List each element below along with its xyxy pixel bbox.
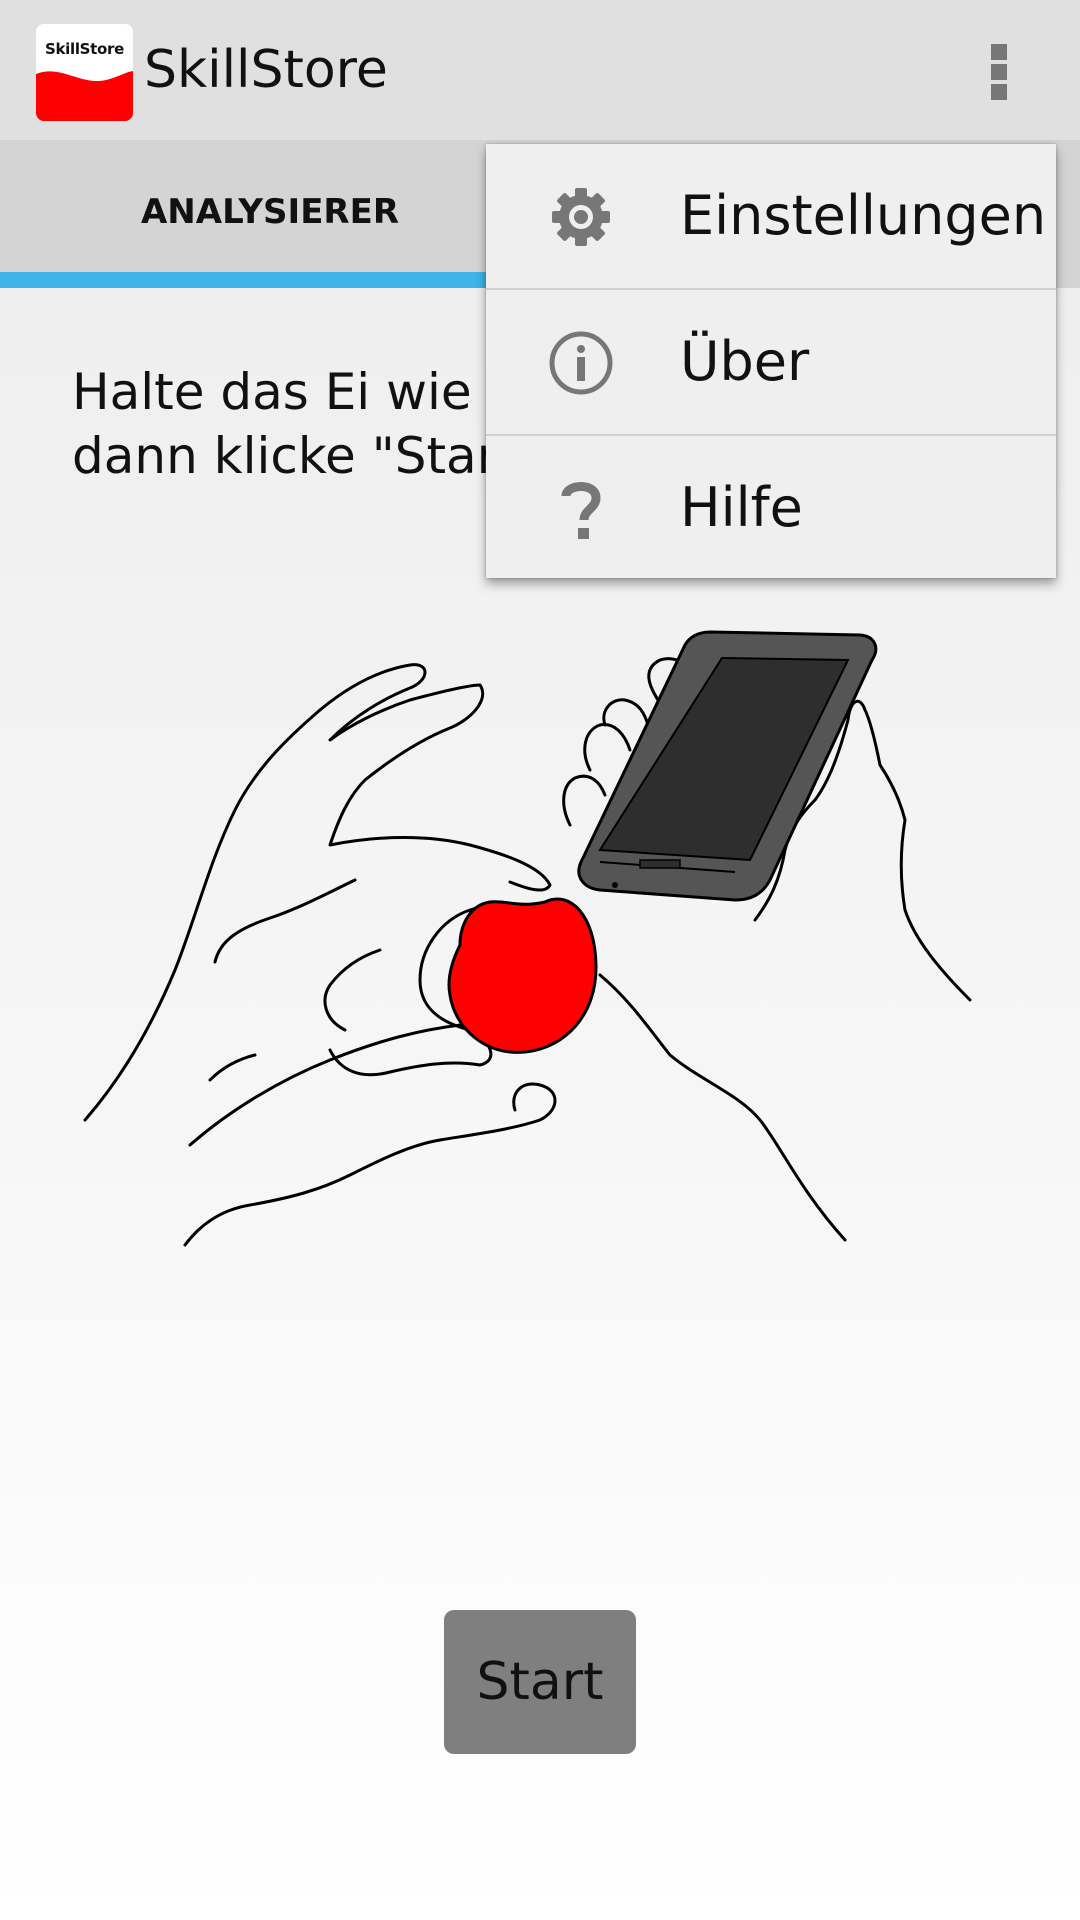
menu-item-einstellungen[interactable]: Einstellungen [486,144,1056,290]
tab-indicator [0,272,540,288]
overflow-menu: Einstellungen Über Hilfe [486,144,1056,578]
tab-label: ANALYSIERER [140,192,400,232]
menu-item-hilfe[interactable]: Hilfe [486,436,1056,580]
left-hand-icon [83,663,552,1122]
logo-text: SkillStore [44,40,125,58]
gear-icon [552,188,610,246]
more-vert-icon[interactable] [976,34,1022,110]
egg-icon [447,897,598,1054]
menu-label-hilfe: Hilfe [680,476,803,539]
menu-label-einstellungen: Einstellungen [680,184,1047,247]
phone-icon [577,630,878,902]
start-button[interactable]: Start [444,1610,636,1754]
skillstore-logo-icon [36,24,133,121]
app-logo[interactable]: SkillStore [36,24,133,121]
action-bar: SkillStore SkillStore [0,0,1080,140]
info-icon [549,331,613,395]
tab-analysierer[interactable]: ANALYSIERER [0,140,540,288]
app-title: SkillStore [144,40,388,100]
menu-label-uber: Über [680,330,810,393]
menu-item-uber[interactable]: Über [486,290,1056,436]
help-icon [561,482,601,539]
right-hand-icon [598,973,847,1242]
illustration [83,630,972,1247]
